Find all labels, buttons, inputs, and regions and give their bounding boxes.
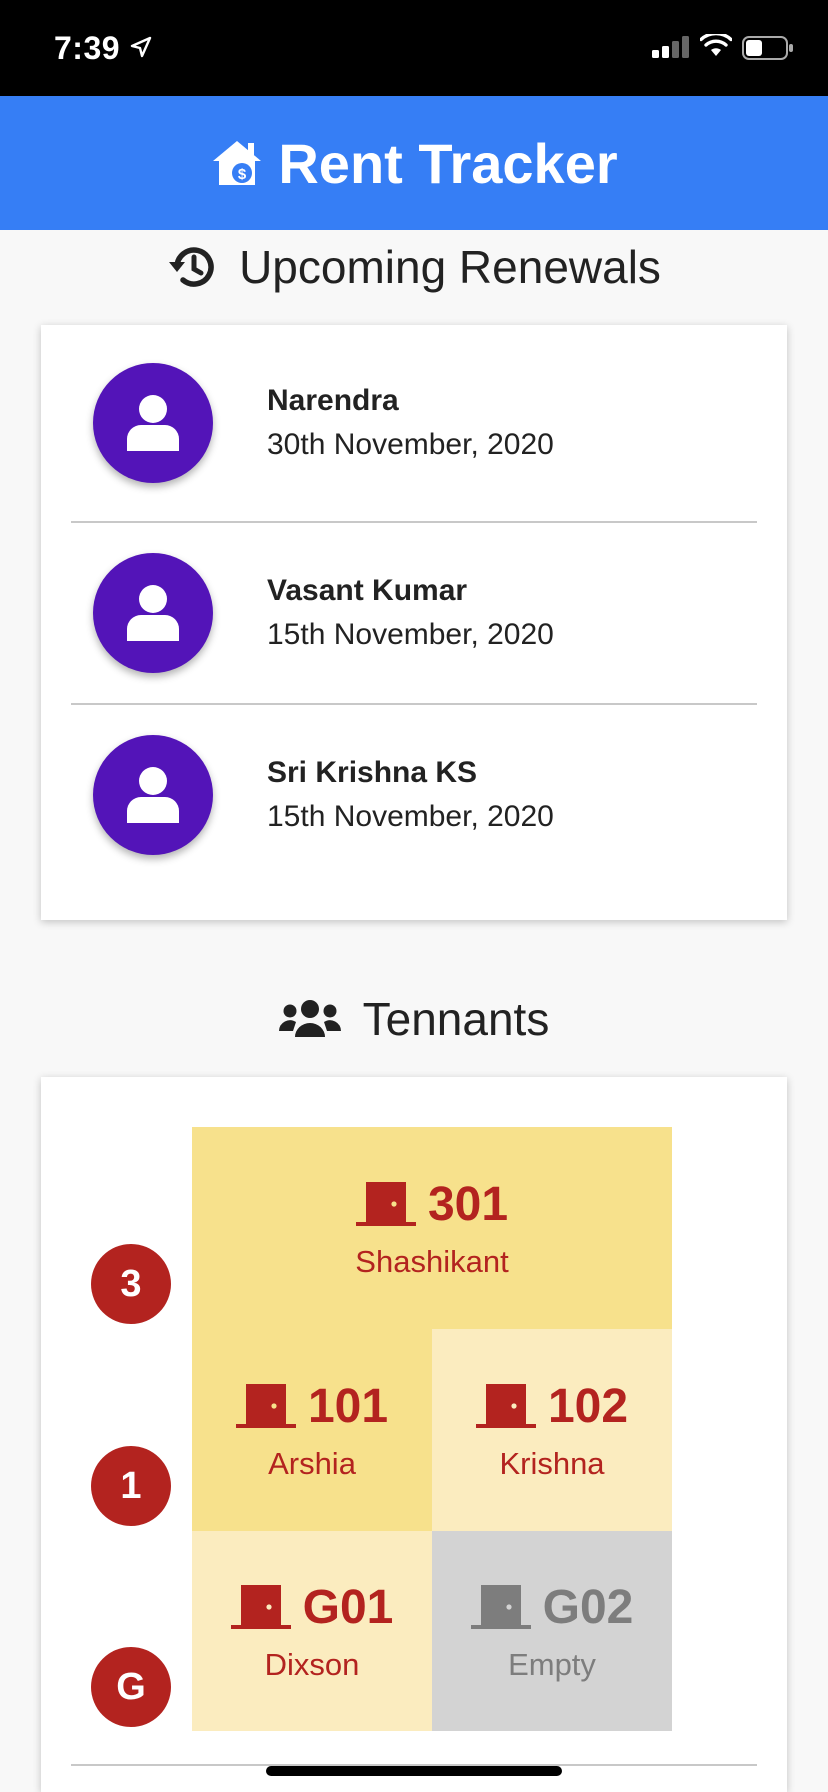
floor-badge: G	[91, 1647, 171, 1727]
wifi-icon	[700, 34, 732, 56]
app-title: Rent Tracker	[278, 131, 618, 195]
unit-102[interactable]: 102 Krishna	[432, 1329, 672, 1531]
door-icon	[355, 1182, 416, 1226]
house-dollar-icon: $	[213, 141, 262, 185]
location-arrow-icon	[130, 36, 152, 58]
user-icon	[127, 395, 179, 451]
users-icon	[278, 997, 341, 1041]
tenant-name: Sri Krishna KS	[267, 756, 478, 789]
unit-number: G02	[542, 1580, 634, 1634]
renewal-item[interactable]: Vasant Kumar 15th November, 2020	[71, 523, 757, 705]
unit-g02[interactable]: G02 Empty	[432, 1531, 672, 1731]
user-icon	[127, 767, 179, 823]
unit-tenant: Empty	[508, 1646, 596, 1682]
history-icon	[167, 242, 217, 292]
renewal-item[interactable]: Narendra 30th November, 2020	[71, 325, 757, 523]
avatar	[93, 363, 213, 483]
unit-number: 301	[427, 1177, 509, 1231]
avatar	[93, 553, 213, 673]
svg-text:$: $	[238, 166, 247, 183]
user-icon	[127, 585, 179, 641]
door-icon	[475, 1384, 536, 1428]
unit-number: 102	[547, 1379, 629, 1433]
tenants-card: 3 1 G 301 Shashikant 101 Arshia 102 Kris…	[41, 1077, 787, 1792]
avatar	[93, 735, 213, 855]
status-time: 7:39	[54, 30, 121, 66]
app-header: $ Rent Tracker	[0, 96, 828, 230]
door-icon	[235, 1384, 296, 1428]
renewal-date: 30th November, 2020	[267, 428, 554, 461]
renewal-date: 15th November, 2020	[267, 800, 554, 833]
status-bar: 7:39	[0, 0, 828, 96]
unit-tenant: Dixson	[264, 1646, 360, 1682]
tenants-title: Tennants	[362, 993, 550, 1045]
door-icon	[470, 1585, 531, 1629]
home-indicator[interactable]	[266, 1766, 562, 1776]
renewals-section-title: Upcoming Renewals	[0, 236, 828, 298]
tenants-section-title: Tennants	[0, 988, 828, 1050]
unit-number: 101	[307, 1379, 389, 1433]
unit-tenant: Arshia	[268, 1445, 356, 1481]
floor-badge: 3	[91, 1244, 171, 1324]
unit-tenant: Shashikant	[355, 1243, 509, 1279]
unit-101[interactable]: 101 Arshia	[192, 1329, 432, 1531]
unit-301[interactable]: 301 Shashikant	[192, 1127, 672, 1329]
renewal-item[interactable]: Sri Krishna KS 15th November, 2020	[71, 705, 757, 885]
door-icon	[230, 1585, 291, 1629]
renewal-date: 15th November, 2020	[267, 618, 554, 651]
unit-tenant: Krishna	[499, 1445, 605, 1481]
floor-badge: 1	[91, 1446, 171, 1526]
renewals-title: Upcoming Renewals	[239, 241, 661, 293]
tenant-name: Vasant Kumar	[267, 574, 468, 607]
unit-number: G01	[302, 1580, 394, 1634]
renewals-card: Narendra 30th November, 2020 Vasant Kuma…	[41, 325, 787, 920]
tenant-name: Narendra	[267, 384, 399, 417]
battery-icon	[742, 36, 793, 60]
cellular-signal-icon	[652, 36, 689, 58]
unit-g01[interactable]: G01 Dixson	[192, 1531, 432, 1731]
